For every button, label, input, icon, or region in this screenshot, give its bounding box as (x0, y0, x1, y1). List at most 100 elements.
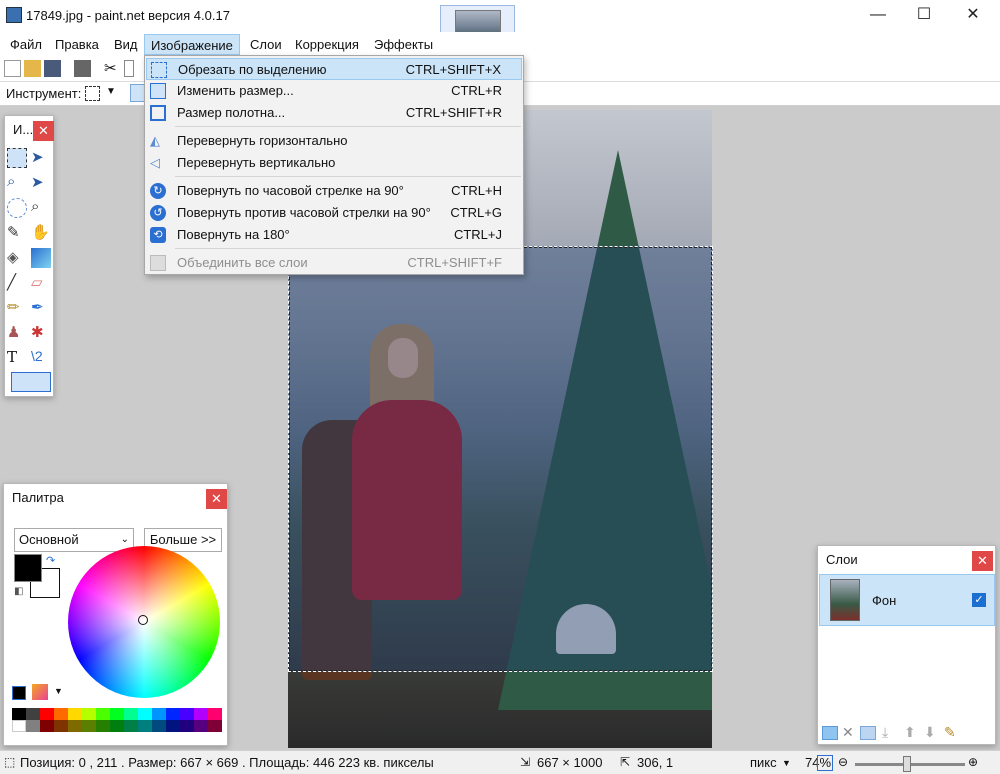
palette-swatch[interactable] (54, 708, 68, 720)
palette-swatch[interactable] (138, 708, 152, 720)
open-file-icon[interactable] (24, 60, 41, 77)
text-tool-icon[interactable]: T (7, 348, 27, 368)
color-picker-icon[interactable]: ✒ (31, 298, 51, 318)
palette-swatch[interactable] (208, 708, 222, 720)
palette-swatch[interactable] (152, 708, 166, 720)
copy-icon[interactable] (124, 60, 134, 77)
delete-layer-icon[interactable]: ✕ (842, 724, 854, 741)
layer-item-background[interactable]: Фон ✓ (819, 574, 995, 626)
move-layer-up-icon[interactable]: ⬆ (904, 724, 916, 741)
gradient-icon[interactable] (31, 248, 51, 268)
move-selection-icon[interactable]: ➤ (31, 148, 51, 168)
menu-item-flatten[interactable]: Объединить все слои CTRL+SHIFT+F (146, 252, 522, 274)
palette-mode-select[interactable]: Основной ⌄ (14, 528, 134, 552)
palette-swatch[interactable] (12, 720, 26, 732)
palette-swatch[interactable] (208, 720, 222, 732)
shapes-icon[interactable] (11, 372, 51, 392)
palette-menu-icon[interactable] (32, 684, 48, 700)
maximize-button[interactable]: ☐ (901, 2, 947, 28)
menu-item-rotate-cw[interactable]: ↻ Повернуть по часовой стрелке на 90° CT… (146, 180, 522, 202)
lasso-select-icon[interactable]: ⌕ (7, 173, 27, 193)
palette-black-icon[interactable] (12, 686, 26, 700)
palette-menu-chevron-icon[interactable]: ▼ (54, 686, 63, 696)
menu-view[interactable]: Вид (108, 34, 144, 55)
menu-adjustments[interactable]: Коррекция (289, 34, 365, 55)
rectangle-select-tool-icon[interactable] (85, 86, 100, 101)
selection-marquee[interactable] (288, 246, 713, 672)
menu-item-flip-horizontal[interactable]: ◭ Перевернуть горизонтально (146, 130, 522, 152)
palette-swatch[interactable] (68, 708, 82, 720)
palette-swatch[interactable] (124, 708, 138, 720)
close-button[interactable]: ✕ (950, 2, 996, 28)
move-selected-icon[interactable]: ➤ (31, 173, 51, 193)
paint-bucket-icon[interactable]: ◈ (7, 248, 27, 268)
menu-file[interactable]: Файл (4, 34, 48, 55)
layer-visibility-checkbox[interactable]: ✓ (972, 593, 986, 607)
units-select[interactable]: пикс (750, 755, 777, 770)
palette-swatch[interactable] (152, 720, 166, 732)
primary-color-swatch[interactable] (14, 554, 42, 582)
zoom-in-icon[interactable]: ⊕ (968, 755, 978, 769)
palette-swatch[interactable] (68, 720, 82, 732)
menu-item-rotate-ccw[interactable]: ↺ Повернуть против часовой стрелки на 90… (146, 202, 522, 224)
palette-swatch[interactable] (40, 708, 54, 720)
line-curve-icon[interactable]: \2 (31, 348, 51, 368)
menu-image[interactable]: Изображение (144, 34, 240, 55)
menu-edit[interactable]: Правка (49, 34, 105, 55)
zoom-slider-thumb[interactable] (903, 756, 911, 772)
paintbrush-icon[interactable]: ╱ (7, 273, 27, 293)
zoom-icon[interactable]: ⌕ (31, 198, 51, 218)
move-layer-down-icon[interactable]: ⬇ (924, 724, 936, 741)
swap-colors-icon[interactable]: ↷ (46, 554, 55, 567)
palette-swatch[interactable] (12, 708, 26, 720)
menu-item-canvas-size[interactable]: Размер полотна... CTRL+SHIFT+R (146, 102, 522, 124)
print-icon[interactable] (74, 60, 91, 77)
cut-icon[interactable]: ✂ (104, 60, 121, 77)
palette-swatch[interactable] (26, 720, 40, 732)
new-file-icon[interactable] (4, 60, 21, 77)
merge-layer-down-icon[interactable]: ⤓ (882, 724, 888, 741)
units-dropdown-chevron-icon[interactable]: ▼ (782, 758, 791, 768)
palette-swatch[interactable] (40, 720, 54, 732)
palette-swatch[interactable] (110, 708, 124, 720)
palette-swatch[interactable] (194, 720, 208, 732)
pencil-icon[interactable]: ✏ (7, 298, 27, 318)
palette-swatch[interactable] (96, 720, 110, 732)
menu-item-rotate-180[interactable]: ⟲ Повернуть на 180° CTRL+J (146, 224, 522, 246)
palette-swatch[interactable] (194, 708, 208, 720)
tool-dropdown-chevron-icon[interactable]: ▼ (106, 86, 116, 97)
menu-effects[interactable]: Эффекты (368, 34, 439, 55)
magic-wand-icon[interactable]: ✎ (7, 223, 27, 243)
add-layer-icon[interactable] (822, 726, 838, 740)
palette-swatch[interactable] (166, 720, 180, 732)
palette-swatch[interactable] (96, 708, 110, 720)
palette-swatch[interactable] (110, 720, 124, 732)
tools-window-close-button[interactable]: ✕ (33, 121, 54, 141)
layers-window-close-button[interactable]: ✕ (972, 551, 993, 571)
minimize-button[interactable]: — (855, 2, 901, 28)
eraser-icon[interactable]: ▱ (31, 273, 51, 293)
recolor-icon[interactable]: ✱ (31, 323, 51, 343)
palette-swatch[interactable] (54, 720, 68, 732)
palette-swatch[interactable] (82, 708, 96, 720)
zoom-out-icon[interactable]: ⊖ (838, 755, 848, 769)
palette-swatch[interactable] (180, 720, 194, 732)
menu-item-flip-vertical[interactable]: ◁ Перевернуть вертикально (146, 152, 522, 174)
rectangle-select-icon[interactable] (7, 148, 27, 168)
palette-swatch[interactable] (166, 708, 180, 720)
menu-item-resize[interactable]: Изменить размер... CTRL+R (146, 80, 522, 102)
palette-swatch[interactable] (138, 720, 152, 732)
palette-swatch[interactable] (26, 708, 40, 720)
menu-layers[interactable]: Слои (244, 34, 288, 55)
duplicate-layer-icon[interactable] (860, 726, 876, 740)
menu-item-crop-to-selection[interactable]: Обрезать по выделению CTRL+SHIFT+X (146, 58, 522, 80)
palette-window-close-button[interactable]: ✕ (206, 489, 227, 509)
ellipse-select-icon[interactable] (7, 198, 27, 218)
save-file-icon[interactable] (44, 60, 61, 77)
reset-colors-icon[interactable]: ◧ (14, 586, 23, 597)
pan-hand-icon[interactable]: ✋ (31, 223, 51, 243)
clone-stamp-icon[interactable]: ♟ (7, 323, 27, 343)
layer-properties-icon[interactable]: ✎ (944, 724, 956, 741)
fit-to-window-icon[interactable] (817, 755, 833, 771)
palette-swatch[interactable] (82, 720, 96, 732)
